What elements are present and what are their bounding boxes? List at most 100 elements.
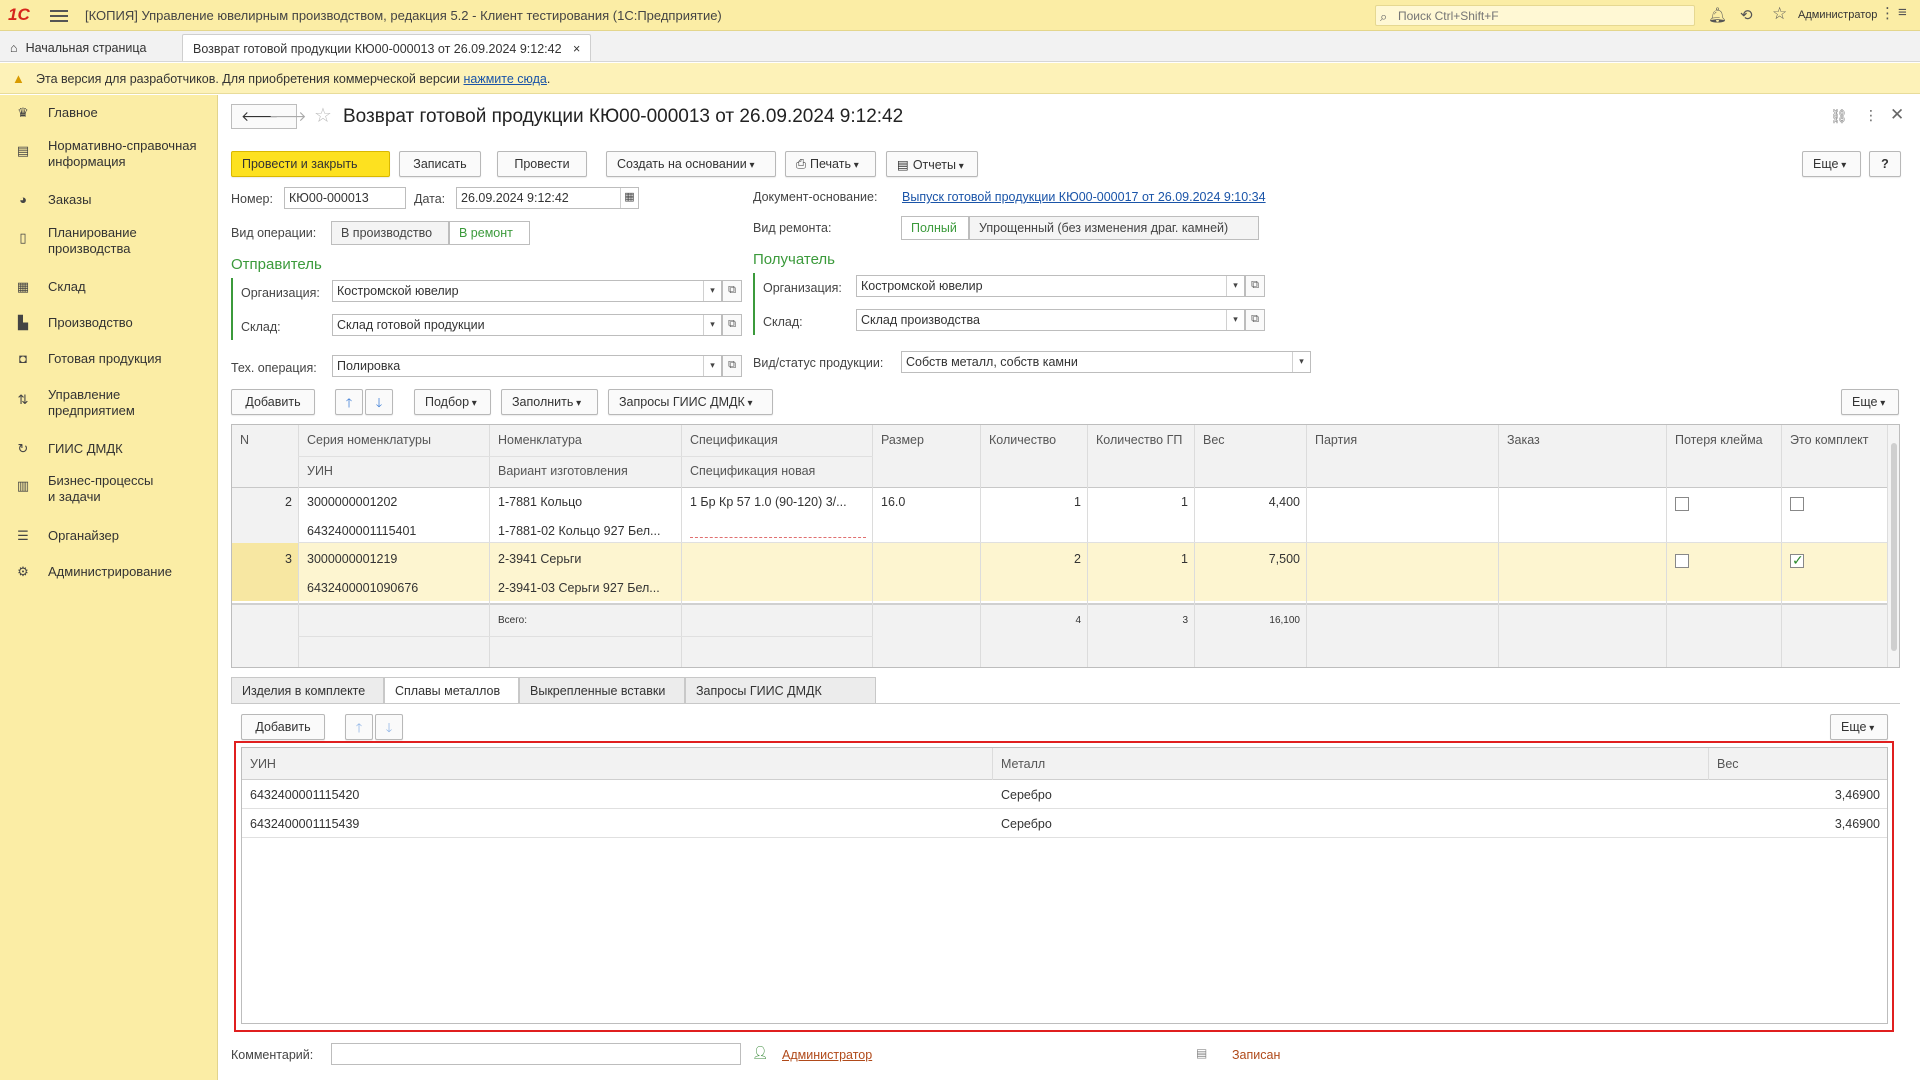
global-search[interactable]: ⌕ <box>1375 5 1695 26</box>
author-link[interactable]: Администратор <box>782 1048 872 1062</box>
link-icon[interactable]: ⛓ <box>1830 108 1848 125</box>
repair-simplified[interactable]: Упрощенный (без изменения драг. камней) <box>969 216 1259 240</box>
scrollbar-thumb[interactable] <box>1891 443 1897 651</box>
open-icon[interactable]: ⧉ <box>722 280 742 302</box>
col-nomenclature[interactable]: Номенклатура <box>498 433 582 447</box>
window-menu-icon[interactable]: ≡ <box>1898 4 1907 21</box>
user-name[interactable]: Администратор <box>1798 9 1877 21</box>
tab-document[interactable]: Возврат готовой продукции КЮ00-000013 от… <box>182 34 592 61</box>
col-spec-new[interactable]: Спецификация новая <box>690 464 815 478</box>
close-form-icon[interactable]: ✕ <box>1890 105 1904 125</box>
col-n[interactable]: N <box>240 433 249 447</box>
create-based-button[interactable]: Создать на основании <box>606 151 776 177</box>
sidebar-item-admin[interactable]: ⚙ Администрирование <box>0 556 218 588</box>
alloys-more-button[interactable]: Еще <box>1830 714 1888 740</box>
tab-kit-items[interactable]: Изделия в комплекте <box>231 677 384 704</box>
is-kit-checkbox[interactable] <box>1790 552 1804 569</box>
base-doc-link[interactable]: Выпуск готовой продукции КЮ00-000017 от … <box>902 190 1266 204</box>
favorite-star-icon[interactable]: ☆ <box>314 103 332 128</box>
col-batch[interactable]: Партия <box>1315 433 1357 447</box>
col-variant[interactable]: Вариант изготовления <box>498 464 628 478</box>
col-uin[interactable]: УИН <box>307 464 333 478</box>
add-row-button[interactable]: Добавить <box>231 389 315 415</box>
calendar-icon[interactable]: ▦ <box>620 188 638 208</box>
operation-to-repair[interactable]: В ремонт <box>449 221 530 245</box>
cell-variant[interactable]: 1-7881-02 Кольцо 927 Бел... <box>498 524 676 538</box>
col-order[interactable]: Заказ <box>1507 433 1540 447</box>
dropdown-icon[interactable]: ▾ <box>1226 310 1244 330</box>
reports-button[interactable]: ▤ Отчеты <box>886 151 978 177</box>
more-icon[interactable]: ⋮ <box>1880 4 1895 22</box>
sidebar-item-production[interactable]: ▙ Производство <box>0 307 218 339</box>
cell-n[interactable]: 3 <box>240 552 292 566</box>
tab-home[interactable]: ⌂ Начальная страница <box>0 34 157 61</box>
sidebar-item-orders[interactable]: ◕ Заказы <box>0 184 218 216</box>
pick-button[interactable]: Подбор <box>414 389 491 415</box>
save-button[interactable]: Записать <box>399 151 481 177</box>
sidebar-item-reference[interactable]: ▤ Нормативно-справочная информация <box>0 135 218 175</box>
sidebar-item-warehouse[interactable]: ▦ Склад <box>0 271 218 303</box>
tab-giis-requests[interactable]: Запросы ГИИС ДМДК <box>685 677 876 704</box>
more-vert-icon[interactable]: ⋮ <box>1864 107 1878 124</box>
col-qty[interactable]: Количество <box>989 433 1056 447</box>
tab-removed-inserts[interactable]: Выкрепленные вставки <box>519 677 685 704</box>
cell-series[interactable]: 3000000001202 <box>307 495 397 509</box>
repair-full[interactable]: Полный <box>901 216 969 240</box>
print-button[interactable]: ⎙ Печать <box>785 151 876 177</box>
cell-weight[interactable]: 7,500 <box>1203 552 1300 566</box>
bell-icon[interactable]: 🔔︎ <box>1708 6 1727 24</box>
col-qty-gp[interactable]: Количество ГП <box>1096 433 1182 447</box>
col-weight[interactable]: Вес <box>1203 433 1225 447</box>
open-icon[interactable]: ⧉ <box>1245 309 1265 331</box>
cell-qty[interactable]: 1 <box>989 495 1081 509</box>
cell-nomenclature[interactable]: 2-3941 Серьги <box>498 552 676 566</box>
cell-qty-gp[interactable]: 1 <box>1096 495 1188 509</box>
dropdown-icon[interactable]: ▾ <box>1226 276 1244 296</box>
date-field[interactable]: 26.09.2024 9:12:42 ▦ <box>456 187 639 209</box>
move-up-icon[interactable]: 🡑 <box>335 389 363 415</box>
sidebar-item-giis[interactable]: ↻ ГИИС ДМДК <box>0 433 218 465</box>
sidebar-item-management[interactable]: ⇅ Управление предприятием <box>0 384 218 424</box>
more-button[interactable]: Еще <box>1802 151 1861 177</box>
dropdown-icon[interactable]: ▾ <box>703 356 721 376</box>
buy-link[interactable]: нажмите сюда <box>463 72 546 86</box>
cell-n[interactable]: 2 <box>240 495 292 509</box>
add-alloy-button[interactable]: Добавить <box>241 714 325 740</box>
tech-op-field[interactable]: Полировка ▾ <box>332 355 722 377</box>
cell-nomenclature[interactable]: 1-7881 Кольцо <box>498 495 676 509</box>
comment-field[interactable] <box>331 1043 741 1065</box>
search-input[interactable] <box>1396 8 1686 24</box>
cell-variant[interactable]: 2-3941-03 Серьги 927 Бел... <box>498 581 676 595</box>
table-more-button[interactable]: Еще <box>1841 389 1899 415</box>
is-kit-checkbox[interactable] <box>1790 497 1804 511</box>
col-lost-mark[interactable]: Потеря клейма <box>1675 433 1763 447</box>
tab-metal-alloys[interactable]: Сплавы металлов <box>384 677 519 704</box>
cell-qty[interactable]: 2 <box>989 552 1081 566</box>
menu-icon[interactable] <box>50 7 68 23</box>
close-icon[interactable]: × <box>573 42 580 56</box>
help-button[interactable]: ? <box>1869 151 1901 177</box>
cell-series[interactable]: 3000000001219 <box>307 552 397 566</box>
star-icon[interactable]: ☆ <box>1772 4 1787 24</box>
receiver-warehouse-field[interactable]: Склад производства ▾ <box>856 309 1245 331</box>
sidebar-item-bp[interactable]: ▥ Бизнес-процессы и задачи <box>0 470 218 510</box>
lost-mark-checkbox[interactable] <box>1675 497 1689 511</box>
dropdown-icon[interactable]: ▾ <box>703 315 721 335</box>
operation-to-production[interactable]: В производство <box>331 221 449 245</box>
sender-warehouse-field[interactable]: Склад готовой продукции ▾ <box>332 314 722 336</box>
col-series[interactable]: Серия номенклатуры <box>307 433 431 447</box>
cell-spec[interactable]: 1 Бр Кр 57 1.0 (90-120) 3/... <box>690 495 868 509</box>
sidebar-item-finished[interactable]: ◘ Готовая продукция <box>0 343 218 375</box>
cell-qty-gp[interactable]: 1 <box>1096 552 1188 566</box>
col-is-kit[interactable]: Это комплект <box>1790 433 1869 447</box>
move-down-icon[interactable]: 🡓 <box>375 714 403 740</box>
number-field[interactable]: КЮ00-000013 <box>284 187 406 209</box>
sidebar-item-organizer[interactable]: ☰ Органайзер <box>0 520 218 552</box>
product-status-field[interactable]: Собств металл, собств камни ▾ <box>901 351 1311 373</box>
table-scrollbar[interactable] <box>1887 425 1899 667</box>
lost-mark-checkbox[interactable] <box>1675 554 1689 568</box>
col-size[interactable]: Размер <box>881 433 924 447</box>
receiver-org-field[interactable]: Костромской ювелир ▾ <box>856 275 1245 297</box>
dropdown-icon[interactable]: ▾ <box>703 281 721 301</box>
dropdown-icon[interactable]: ▾ <box>1292 352 1310 372</box>
